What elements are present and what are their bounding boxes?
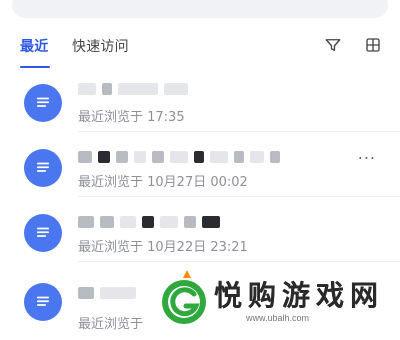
redacted-file-name	[78, 286, 136, 300]
filter-icon[interactable]	[324, 36, 342, 54]
active-tab-indicator	[20, 66, 50, 68]
last-viewed-text: 最近浏览于	[78, 317, 144, 332]
tab-quick-access[interactable]: 快速访问	[72, 36, 129, 56]
last-viewed-text: 最近浏览于 10月27日 00:02	[78, 175, 248, 190]
redacted-file-name	[78, 82, 188, 96]
row-divider	[78, 261, 400, 262]
tab-recent[interactable]: 最近	[20, 36, 48, 56]
list-item[interactable]: ... 最近浏览于 10月27日 00:02	[0, 137, 400, 197]
list-item[interactable]: 最近浏览于 17:35	[0, 72, 400, 132]
tab-bar: 最近 快速访问	[0, 24, 400, 68]
grid-view-icon[interactable]	[364, 36, 382, 54]
document-icon	[24, 84, 62, 122]
redacted-file-name	[78, 215, 220, 229]
list-item[interactable]: 最近浏览于 10月22日 23:21	[0, 202, 400, 262]
top-strip	[0, 0, 400, 20]
recent-files-screen: 最近 快速访问 最近浏览于 17:35 ... 最近浏览于 10月27日 00:…	[0, 0, 400, 340]
last-viewed-text: 最近浏览于 10月22日 23:21	[78, 240, 248, 255]
row-divider	[78, 131, 400, 132]
document-icon	[24, 214, 62, 252]
row-divider	[78, 196, 400, 197]
last-viewed-text: 最近浏览于 17:35	[78, 110, 185, 125]
tab-tools	[324, 36, 382, 54]
notification-marker-icon	[183, 270, 191, 278]
search-bar[interactable]	[12, 0, 388, 18]
more-icon[interactable]: ...	[358, 146, 376, 162]
document-icon	[24, 149, 62, 187]
document-icon	[24, 283, 62, 321]
redacted-file-name	[78, 150, 280, 164]
list-item[interactable]: 最近浏览于	[0, 267, 400, 332]
